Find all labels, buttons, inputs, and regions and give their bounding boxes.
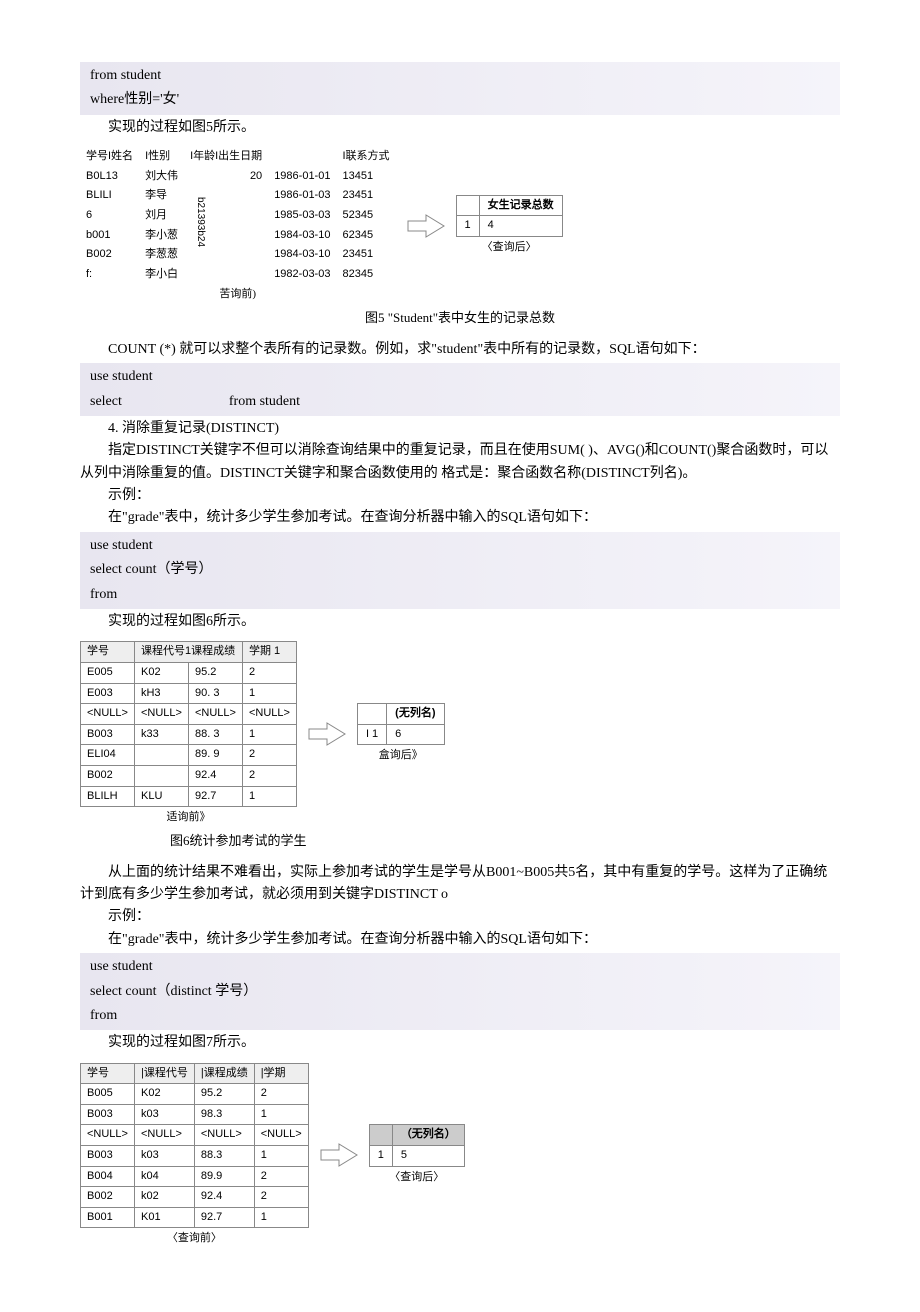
fig6-before-label: 适询前》 <box>80 809 297 827</box>
code-line: use student <box>90 955 830 979</box>
paragraph: COUNT (*) 就可以求整个表所有的记录数。例如，求"student"表中所… <box>80 339 840 361</box>
paragraph: 指定DISTINCT关键字不但可以消除查询结果中的重复记录，而且在使用SUM( … <box>80 440 840 485</box>
paragraph: 实现的过程如图5所示。 <box>80 117 840 139</box>
fig6-after-label: 盒询后》 <box>357 747 445 765</box>
vert-text: b21393b24 <box>190 197 210 247</box>
code-line: from <box>90 583 830 607</box>
th: I性别 <box>139 147 184 167</box>
result-header: (无列名) <box>387 704 444 725</box>
fig7-before-label: 〈查询前〉 <box>80 1230 309 1248</box>
fig5-before-label: 苦询前) <box>80 286 396 304</box>
fig7-after-label: 〈查询后〉 <box>369 1169 465 1187</box>
code-block-2: use student select from student <box>80 363 840 416</box>
paragraph: 从上面的统计结果不难看出，实际上参加考试的学生是学号从B001~B005共5名，… <box>80 862 840 907</box>
paragraph: 实现的过程如图7所示。 <box>80 1032 840 1054</box>
fig6-result: (无列名) I 16 盒询后》 <box>357 703 445 765</box>
fig7-table-before: 学号 |课程代号 |课程成绩 |学期 B005K0295.22 B003k039… <box>80 1063 309 1229</box>
fig7-result: （无列名） 15 〈查询后〉 <box>369 1124 465 1186</box>
heading-4: 4. 消除重复记录(DISTINCT) <box>80 418 840 440</box>
code-line: from <box>90 1004 830 1028</box>
figure-6: 学号 课程代号1课程成绩 学期 1 E005K0295.22 E003kH390… <box>80 641 840 851</box>
code-line: select from student <box>90 390 830 414</box>
code-line: where性别='女' <box>90 88 830 112</box>
code-line: select count（学号） <box>90 558 830 582</box>
fig6-caption: 图6统计参加考试的学生 <box>170 831 840 852</box>
code-line: from student <box>90 64 830 88</box>
arrow-icon <box>307 719 347 749</box>
paragraph: 实现的过程如图6所示。 <box>80 611 840 633</box>
arrow-icon <box>406 211 446 241</box>
example-label: 示例： <box>80 906 840 928</box>
fig5-caption: 图5 "Student"表中女生的记录总数 <box>80 308 840 329</box>
figure-5: 学号I姓名 I性别 I年龄I出生日期 I联系方式 B0L13刘大伟201986-… <box>80 147 840 304</box>
fig5-result: 女生记录总数 14 〈查询后〉 <box>456 195 563 257</box>
paragraph: 在"grade"表中，统计多少学生参加考试。在查询分析器中输入的SQL语句如下： <box>80 507 840 529</box>
figure-7: 学号 |课程代号 |课程成绩 |学期 B005K0295.22 B003k039… <box>80 1063 840 1248</box>
th: 学号I姓名 <box>80 147 139 167</box>
result-header: （无列名） <box>392 1125 464 1146</box>
th: I联系方式 <box>336 147 395 167</box>
arrow-icon <box>319 1140 359 1170</box>
code-block-1: from student where性别='女' <box>80 62 840 115</box>
th: I年龄I出生日期 <box>184 147 268 167</box>
code-line: select count（distinct 学号） <box>90 980 830 1004</box>
paragraph: 在"grade"表中，统计多少学生参加考试。在查询分析器中输入的SQL语句如下： <box>80 929 840 951</box>
code-block-3: use student select count（学号） from <box>80 532 840 609</box>
code-line: use student <box>90 365 830 389</box>
example-label: 示例： <box>80 485 840 507</box>
fig6-table-before: 学号 课程代号1课程成绩 学期 1 E005K0295.22 E003kH390… <box>80 641 297 807</box>
code-block-4: use student select count（distinct 学号） fr… <box>80 953 840 1030</box>
fig5-after-label: 〈查询后〉 <box>456 239 563 257</box>
fig5-table-before: 学号I姓名 I性别 I年龄I出生日期 I联系方式 B0L13刘大伟201986-… <box>80 147 396 284</box>
result-header: 女生记录总数 <box>479 195 562 216</box>
code-line: use student <box>90 534 830 558</box>
